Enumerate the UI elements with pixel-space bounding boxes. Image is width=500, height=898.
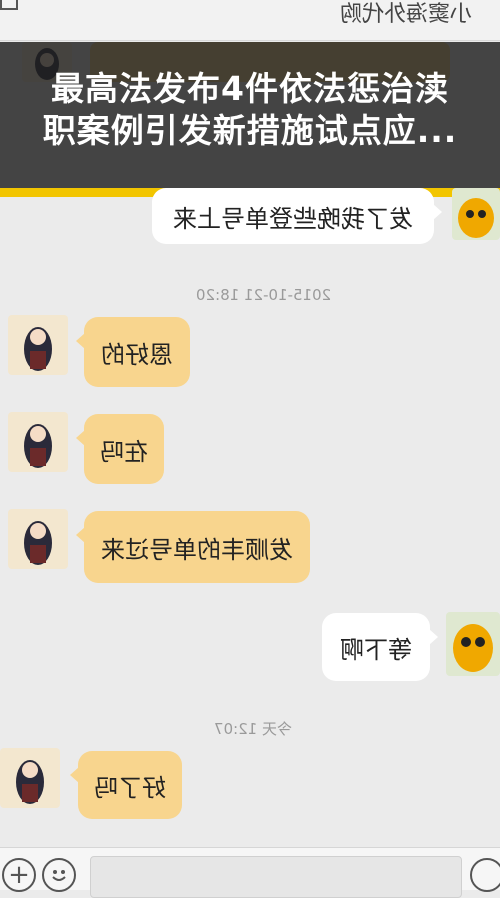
banner-headline-line2: 职案例引发新措施试点应... [42,111,458,150]
message-bubble-received[interactable]: 恩好的 [76,317,190,387]
message-text: 好了吗 [94,773,166,802]
message-text: 在吗 [100,437,148,466]
banner-headline-line1: 最高法发布4件依法惩治渎 [51,69,449,108]
message-text: 发顺丰的单号过来 [101,535,293,564]
message-text: 发了我晚些登单号上来 [173,204,413,233]
input-bar: + [0,847,500,898]
message-text: 恩好的 [101,340,173,369]
message-bubble-received[interactable]: 在吗 [76,414,164,484]
message-text: 等下啊 [340,635,412,664]
message-input[interactable] [90,856,462,898]
avatar[interactable] [0,748,60,808]
smiley-face-icon[interactable] [42,858,76,892]
message-bubble-received[interactable]: 好了吗 [70,751,182,819]
message-bubble-sent[interactable]: 发了我晚些登单号上来 [152,188,442,244]
avatar-self[interactable] [446,612,500,676]
news-banner[interactable]: 最高法发布4件依法惩治渎 职案例引发新措施试点应... [0,42,500,190]
voice-icon[interactable] [470,858,500,892]
message-bubble-sent[interactable]: 等下啊 [322,613,438,681]
back-icon[interactable] [0,0,18,10]
plus-circle-icon[interactable]: + [2,858,36,892]
avatar[interactable] [8,315,68,375]
avatar-self[interactable] [452,188,500,240]
chat-title: 小窦海外代购 [340,2,473,27]
avatar[interactable] [8,509,68,569]
timestamp: 今天 12:07 [214,720,292,738]
top-bar: 小窦海外代购 [0,0,500,41]
message-bubble-received[interactable]: 发顺丰的单号过来 [76,511,310,583]
timestamp: 2015-10-21 18:20 [196,286,332,304]
avatar[interactable] [8,412,68,472]
